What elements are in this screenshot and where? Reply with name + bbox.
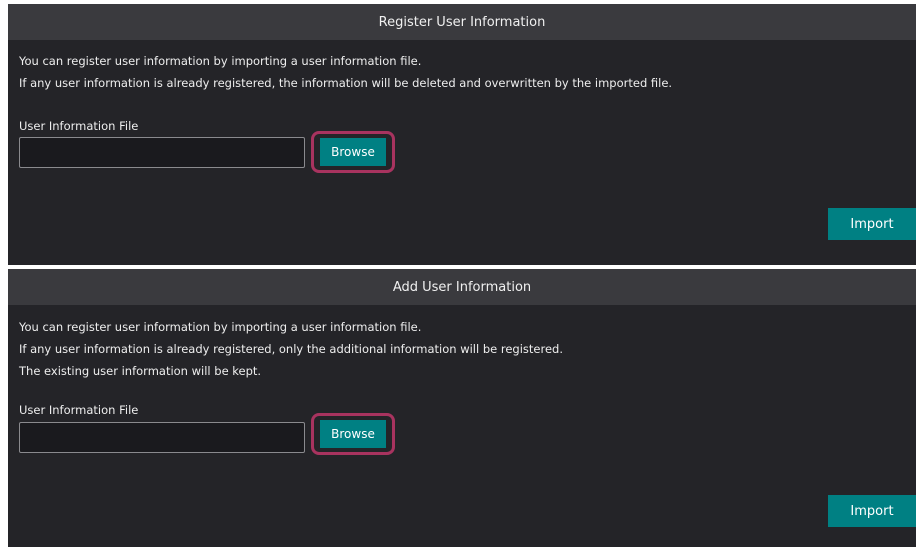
register-file-path-input[interactable]: [19, 137, 305, 168]
add-file-path-input[interactable]: [19, 422, 305, 453]
add-description: You can register user information by imp…: [19, 316, 563, 382]
register-description-line: You can register user information by imp…: [19, 54, 422, 68]
add-section-header: Add User Information: [8, 269, 916, 305]
add-browse-button[interactable]: Browse: [320, 420, 386, 448]
add-description-line: The existing user information will be ke…: [19, 364, 262, 378]
register-file-label: User Information File: [19, 119, 139, 133]
add-file-label: User Information File: [19, 403, 139, 417]
add-section-title: Add User Information: [392, 279, 532, 295]
add-browse-highlight: Browse: [311, 413, 395, 455]
register-browse-button[interactable]: Browse: [320, 138, 386, 166]
register-section-header: Register User Information: [8, 4, 916, 40]
register-description-line: If any user information is already regis…: [19, 76, 673, 90]
register-import-button[interactable]: Import: [828, 208, 916, 240]
register-description: You can register user information by imp…: [19, 50, 672, 94]
register-section-title: Register User Information: [378, 14, 546, 30]
add-description-line: If any user information is already regis…: [19, 342, 563, 356]
add-description-line: You can register user information by imp…: [19, 320, 422, 334]
add-import-button[interactable]: Import: [828, 495, 916, 527]
register-browse-highlight: Browse: [311, 131, 395, 173]
register-user-info-section: Register User Information You can regist…: [8, 4, 916, 265]
add-user-info-section: Add User Information You can register us…: [8, 269, 916, 547]
